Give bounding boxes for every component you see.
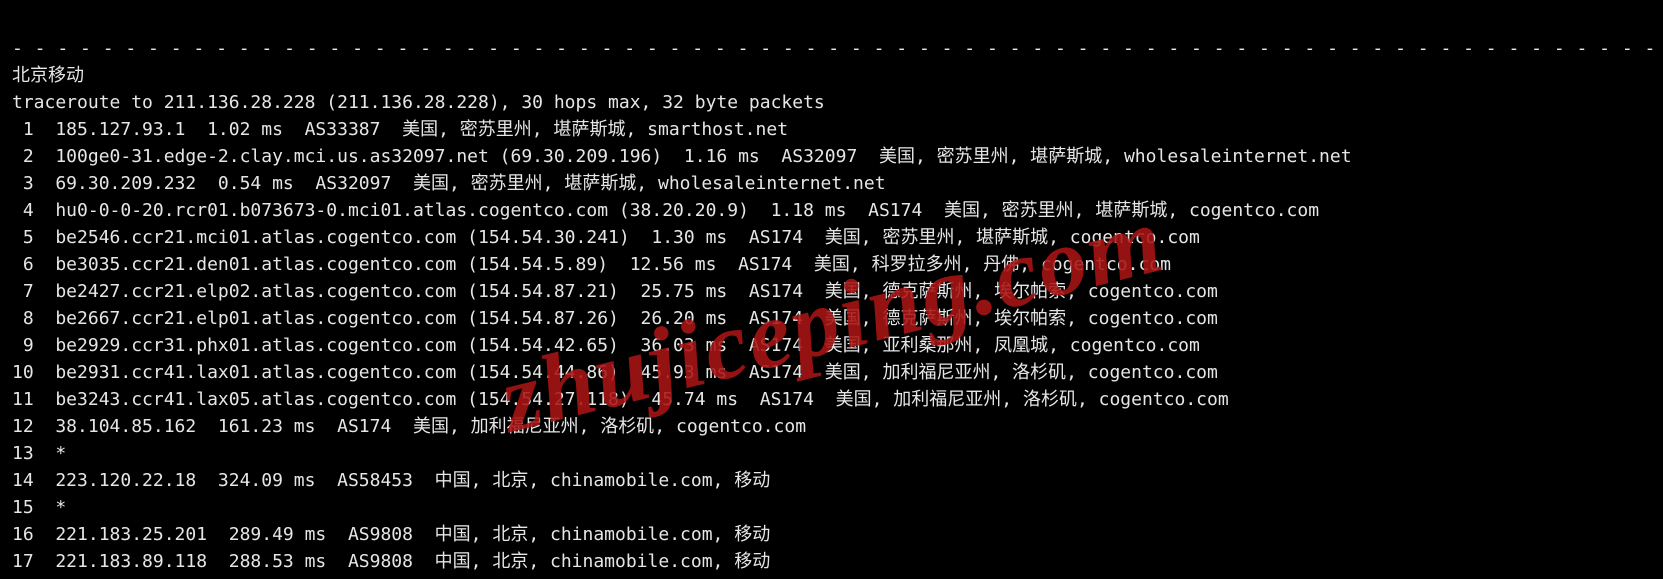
trace-header: traceroute to 211.136.28.228 (211.136.28… [12, 92, 825, 113]
hops-list: 1 185.127.93.1 1.02 ms AS33387 美国, 密苏里州,… [12, 116, 1651, 575]
separator-line: - - - - - - - - - - - - - - - - - - - - … [12, 38, 1663, 59]
trace-title: 北京移动 [12, 65, 84, 86]
terminal-output: - - - - - - - - - - - - - - - - - - - - … [0, 0, 1663, 579]
